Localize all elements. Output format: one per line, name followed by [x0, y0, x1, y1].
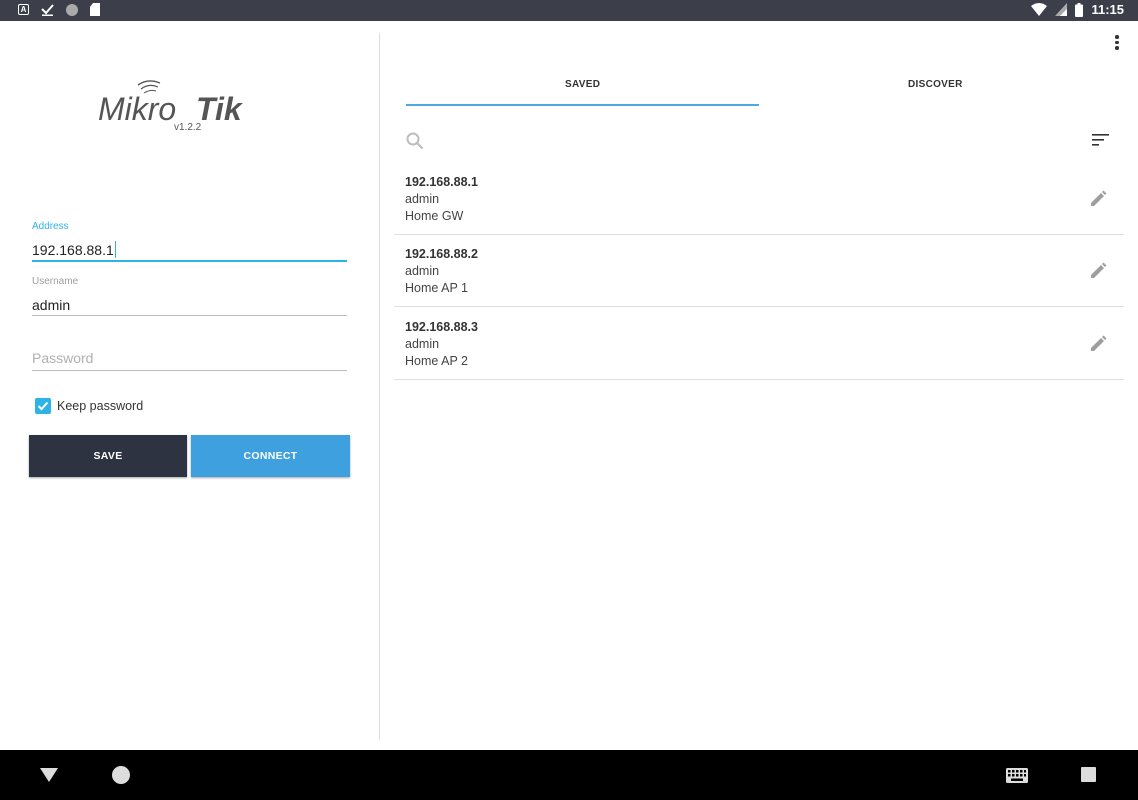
address-field[interactable]: 192.168.88.1	[32, 241, 116, 258]
list-item[interactable]: 192.168.88.3 admin Home AP 2	[394, 311, 1124, 383]
status-time: 11:15	[1091, 2, 1124, 17]
username-label: Username	[32, 276, 79, 287]
address-underline	[32, 260, 347, 262]
address-label: Address	[32, 221, 69, 232]
tab-indicator	[406, 104, 759, 106]
search-icon[interactable]	[405, 131, 425, 151]
password-underline	[32, 370, 347, 371]
recents-icon[interactable]	[1081, 767, 1096, 782]
svg-text:Mikro: Mikro	[98, 91, 176, 127]
list-divider	[394, 379, 1124, 380]
edit-icon[interactable]	[1089, 190, 1107, 208]
login-panel: Mikro Tik v1.2.2 Address 192.168.88.1 Us…	[0, 21, 379, 750]
edit-icon[interactable]	[1089, 335, 1107, 353]
edit-icon[interactable]	[1089, 262, 1107, 280]
keep-password-label[interactable]: Keep password	[57, 399, 143, 413]
list-divider	[394, 306, 1124, 307]
device-name: Home AP 2	[405, 354, 469, 368]
home-icon[interactable]	[112, 766, 130, 784]
device-user: admin	[405, 192, 440, 206]
overflow-menu-icon[interactable]	[1114, 35, 1120, 51]
list-item[interactable]: 192.168.88.2 admin Home AP 1	[394, 238, 1124, 310]
status-bar-notifications: A	[18, 3, 100, 16]
app-a-icon: A	[18, 4, 29, 15]
svg-text:Tik: Tik	[196, 91, 244, 127]
device-address: 192.168.88.3	[405, 320, 478, 334]
text-cursor	[114, 241, 116, 258]
battery-icon	[1075, 2, 1084, 17]
username-field[interactable]: admin	[32, 297, 70, 313]
wifi-icon	[1031, 3, 1048, 16]
keep-password-checkbox[interactable]	[35, 398, 51, 414]
status-bar-system: 11:15	[1031, 2, 1124, 17]
device-name: Home AP 1	[405, 281, 469, 295]
navigation-bar	[0, 750, 1138, 800]
device-address: 192.168.88.2	[405, 247, 478, 261]
tab-saved[interactable]: SAVED	[565, 79, 600, 90]
device-address: 192.168.88.1	[405, 175, 478, 189]
signal-icon	[1055, 3, 1068, 16]
device-user: admin	[405, 337, 440, 351]
device-user: admin	[405, 264, 440, 278]
connect-button[interactable]: CONNECT	[191, 435, 350, 477]
list-divider	[394, 234, 1124, 235]
username-underline	[32, 315, 347, 316]
devices-panel: SAVED DISCOVER 192.168.88.1 admin Home G…	[380, 21, 1138, 750]
status-bar: A 11:15	[0, 0, 1138, 21]
device-name: Home GW	[405, 209, 464, 223]
tab-discover[interactable]: DISCOVER	[908, 79, 963, 90]
checkmark-icon	[37, 401, 49, 411]
list-item[interactable]: 192.168.88.1 admin Home GW	[394, 166, 1124, 238]
check-icon	[41, 4, 54, 16]
sort-icon[interactable]	[1092, 133, 1110, 147]
app-version: v1.2.2	[174, 122, 202, 133]
password-field[interactable]: Password	[32, 350, 93, 366]
sd-card-icon	[90, 3, 100, 16]
save-button[interactable]: SAVE	[29, 435, 187, 477]
back-icon[interactable]	[40, 768, 58, 782]
circle-icon	[66, 3, 78, 16]
address-value: 192.168.88.1	[32, 242, 114, 258]
keyboard-icon[interactable]	[1006, 768, 1028, 783]
